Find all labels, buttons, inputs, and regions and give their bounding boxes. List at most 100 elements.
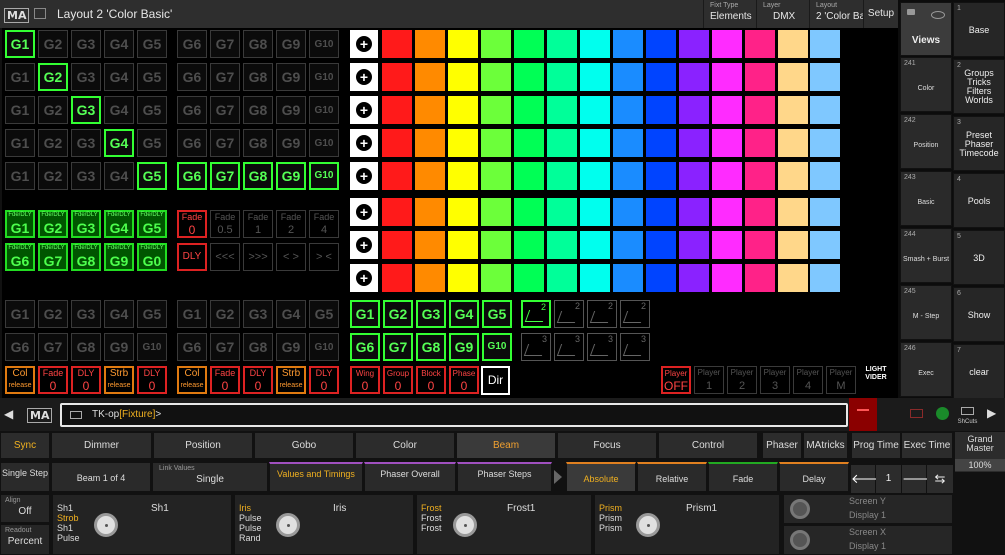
release-button[interactable]: DLY 0 xyxy=(243,366,273,394)
group-button-g10[interactable]: G10 xyxy=(309,96,339,124)
add-button[interactable]: + xyxy=(350,63,378,91)
color-swatch[interactable] xyxy=(778,30,808,58)
color-swatch[interactable] xyxy=(580,129,610,157)
color-swatch[interactable] xyxy=(613,63,643,91)
color-swatch[interactable] xyxy=(613,162,643,190)
group-button-g3[interactable]: G3 xyxy=(71,63,101,91)
group-button-g10[interactable]: G10 xyxy=(309,162,339,190)
player-button[interactable]: Player 1 xyxy=(694,366,724,394)
group-button[interactable]: G1 xyxy=(177,300,207,328)
group-button[interactable]: G5 xyxy=(482,300,512,328)
group-button-g2[interactable]: G2 xyxy=(38,63,68,91)
shcuts-button[interactable]: ShCuts xyxy=(955,398,980,431)
color-swatch[interactable] xyxy=(679,162,709,190)
release-button[interactable]: Col release xyxy=(5,366,35,394)
color-swatch[interactable] xyxy=(448,162,478,190)
step-prev-icon[interactable]: 🡐 xyxy=(851,465,886,493)
color-swatch[interactable] xyxy=(415,129,445,157)
preset-pool-button[interactable]: 4 Pools xyxy=(953,173,1005,228)
tab-position[interactable]: Position xyxy=(153,432,253,459)
color-swatch[interactable] xyxy=(547,198,577,226)
group-button-g9[interactable]: G9 xyxy=(276,96,306,124)
readout-button[interactable]: Readout Percent xyxy=(0,524,50,555)
add-button[interactable]: + xyxy=(350,96,378,124)
color-swatch[interactable] xyxy=(448,129,478,157)
group-button[interactable]: G2 xyxy=(383,300,413,328)
phaser-param-button[interactable]: Wing 0 xyxy=(350,366,380,394)
color-swatch[interactable] xyxy=(415,162,445,190)
group-button-g5[interactable]: G5 xyxy=(137,30,167,58)
phaser-param-button[interactable]: Group 0 xyxy=(383,366,413,394)
group-button-g8[interactable]: G8 xyxy=(243,129,273,157)
color-swatch[interactable] xyxy=(382,264,412,292)
color-swatch[interactable] xyxy=(382,63,412,91)
color-swatch[interactable] xyxy=(514,162,544,190)
group-button-g4[interactable]: G4 xyxy=(104,30,134,58)
release-button[interactable]: Strb release xyxy=(276,366,306,394)
color-swatch[interactable] xyxy=(712,162,742,190)
group-button[interactable]: G2 xyxy=(38,300,68,328)
view-button[interactable]: 241 Color xyxy=(900,57,952,112)
fade-0-button[interactable]: Fade 0 xyxy=(177,210,207,238)
direction-button[interactable]: >>> xyxy=(243,243,273,271)
group-button[interactable]: G3 xyxy=(71,300,101,328)
prog-time-button[interactable]: Prog Time xyxy=(851,432,901,459)
views-button[interactable]: Views xyxy=(900,2,952,56)
color-swatch[interactable] xyxy=(646,264,676,292)
group-button[interactable]: G4 xyxy=(449,300,479,328)
view-button[interactable]: 242 Position xyxy=(900,114,952,169)
color-swatch[interactable] xyxy=(481,231,511,259)
group-button-g5[interactable]: G5 xyxy=(137,96,167,124)
player-button[interactable]: Player 4 xyxy=(793,366,823,394)
tab-sync[interactable]: Sync xyxy=(0,432,50,459)
preset-pool-button[interactable]: 6 Show xyxy=(953,287,1005,342)
group-button[interactable]: G5 xyxy=(309,300,339,328)
color-swatch[interactable] xyxy=(745,129,775,157)
color-swatch[interactable] xyxy=(613,96,643,124)
color-swatch[interactable] xyxy=(613,198,643,226)
group-button[interactable]: G4 xyxy=(276,300,306,328)
fade-delay-group-button[interactable]: Fde/DLY G8 xyxy=(71,243,101,271)
direction-button[interactable]: < > xyxy=(276,243,306,271)
tab-focus[interactable]: Focus xyxy=(557,432,657,459)
color-swatch[interactable] xyxy=(547,63,577,91)
command-line-input[interactable]: TK-op[Fixture]> xyxy=(60,403,848,427)
group-button-g10[interactable]: G10 xyxy=(309,30,339,58)
absolute-button[interactable]: Absolute xyxy=(566,462,636,492)
player-button[interactable]: Player 2 xyxy=(727,366,757,394)
group-button-g6[interactable]: G6 xyxy=(177,96,207,124)
group-button[interactable]: G6 xyxy=(350,333,380,361)
group-button-g8[interactable]: G8 xyxy=(243,96,273,124)
color-swatch[interactable] xyxy=(514,231,544,259)
preset-pool-button[interactable]: 2 Groups Tricks Filters Worlds xyxy=(953,59,1005,114)
player-button[interactable]: Player OFF xyxy=(661,366,691,394)
grand-master[interactable]: Grand Master 100% xyxy=(955,432,1005,472)
group-button[interactable]: G8 xyxy=(416,333,446,361)
add-button[interactable]: + xyxy=(350,30,378,58)
color-swatch[interactable] xyxy=(580,162,610,190)
tab-color[interactable]: Color xyxy=(355,432,455,459)
encoder-knob[interactable] xyxy=(636,513,660,537)
fade-delay-group-button[interactable]: Fde/DLY G6 xyxy=(5,243,35,271)
color-swatch[interactable] xyxy=(580,96,610,124)
color-swatch[interactable] xyxy=(712,30,742,58)
color-swatch[interactable] xyxy=(481,264,511,292)
screen-x-encoder[interactable]: Screen X Display 1 xyxy=(783,525,953,555)
group-button-g6[interactable]: G6 xyxy=(177,63,207,91)
dly-button[interactable]: DLY xyxy=(177,243,207,271)
view-button[interactable]: 244 Smash + Burst xyxy=(900,228,952,283)
encoder-knob[interactable] xyxy=(276,513,300,537)
view-button[interactable]: 246 Exec xyxy=(900,342,952,397)
group-button-g9[interactable]: G9 xyxy=(276,162,306,190)
phaser-overall-button[interactable]: Phaser Overall xyxy=(364,462,456,492)
fade-delay-group-button[interactable]: Fde/DLY G0 xyxy=(137,243,167,271)
color-swatch[interactable] xyxy=(810,198,840,226)
color-swatch[interactable] xyxy=(679,63,709,91)
group-button-g8[interactable]: G8 xyxy=(243,30,273,58)
color-swatch[interactable] xyxy=(448,198,478,226)
group-button-g6[interactable]: G6 xyxy=(177,162,207,190)
color-swatch[interactable] xyxy=(514,198,544,226)
add-button[interactable]: + xyxy=(350,231,378,259)
tab-phaser[interactable]: Phaser xyxy=(762,432,802,459)
color-swatch[interactable] xyxy=(481,162,511,190)
